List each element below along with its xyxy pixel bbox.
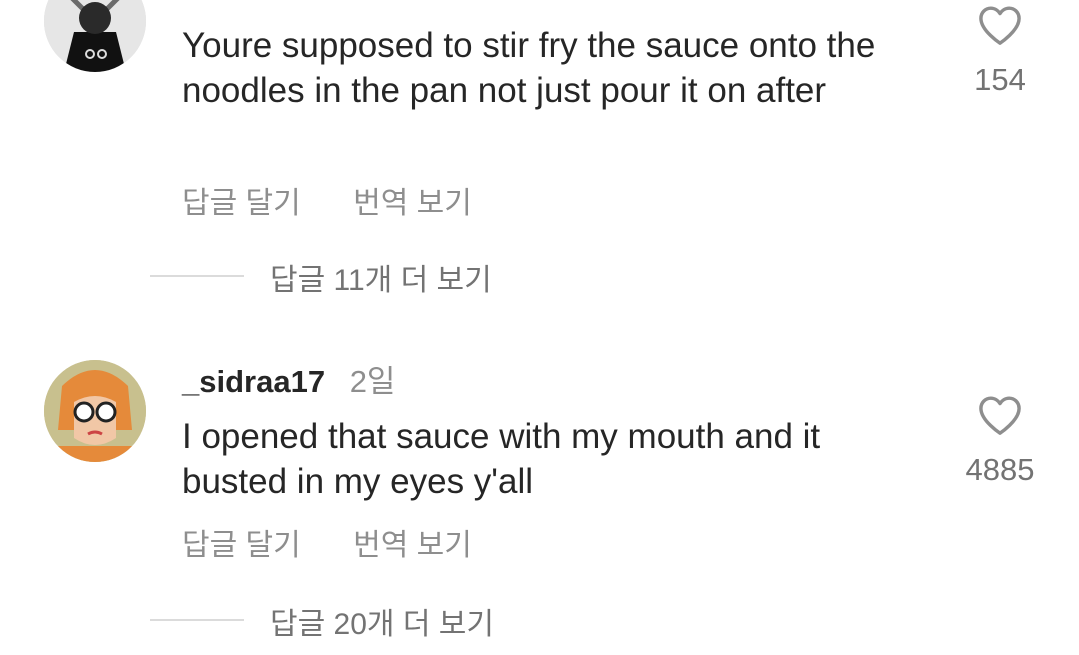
comment-item: Youre supposed to stir fry the sauce ont… <box>0 0 1079 220</box>
avatar[interactable] <box>44 360 146 462</box>
view-more-replies: 답글 20개 더 보기 <box>0 597 1079 641</box>
reply-button[interactable]: 답글 달기 <box>182 529 301 562</box>
heart-icon[interactable] <box>977 394 1023 436</box>
like-control: 154 <box>955 4 1045 98</box>
like-count: 4885 <box>965 452 1035 487</box>
comment-text: I opened that sauce with my mouth and it… <box>182 417 821 501</box>
view-more-replies-button[interactable]: 답글 20개 더 보기 <box>270 599 494 643</box>
avatar[interactable] <box>44 0 146 72</box>
view-more-replies: 답글 11개 더 보기 <box>0 253 1079 297</box>
comments-screen: Youre supposed to stir fry the sauce ont… <box>0 0 1079 655</box>
reply-button[interactable]: 답글 달기 <box>182 187 301 220</box>
avatar-image <box>44 0 146 72</box>
like-count: 154 <box>974 62 1026 97</box>
timestamp: 2일 <box>349 364 396 399</box>
avatar-image <box>44 360 146 462</box>
comment-actions: 답글 달기 번역 보기 <box>182 178 472 222</box>
comment-meta: _sidraa17 2일 <box>182 356 395 401</box>
comment-text: Youre supposed to stir fry the sauce ont… <box>182 26 876 110</box>
like-control: 4885 <box>955 394 1045 488</box>
comment-actions: 답글 달기 번역 보기 <box>182 520 472 564</box>
view-more-replies-button[interactable]: 답글 11개 더 보기 <box>270 255 492 299</box>
divider-line <box>150 275 244 277</box>
heart-icon[interactable] <box>977 4 1023 46</box>
divider-line <box>150 619 244 621</box>
username-link[interactable]: _sidraa17 <box>182 364 325 399</box>
translate-button[interactable]: 번역 보기 <box>353 529 472 562</box>
comment-item: _sidraa17 2일 I opened that sauce with my… <box>0 340 1079 562</box>
translate-button[interactable]: 번역 보기 <box>353 187 472 220</box>
